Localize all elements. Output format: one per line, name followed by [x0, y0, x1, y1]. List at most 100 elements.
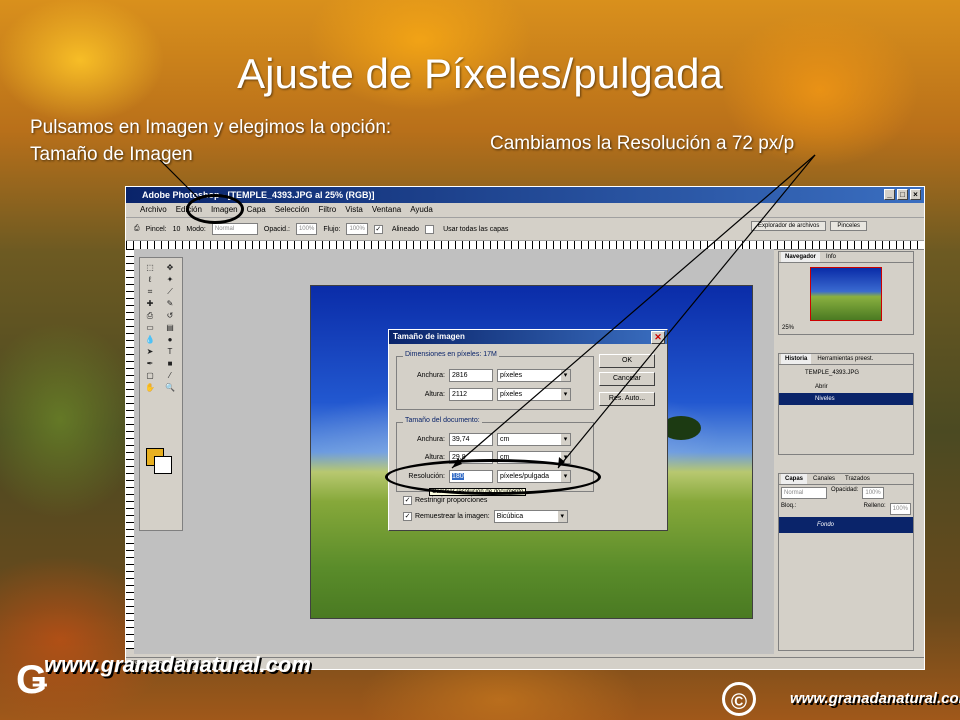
- flujo-input[interactable]: 100%: [346, 223, 368, 235]
- path-select-icon[interactable]: ➤: [143, 346, 157, 357]
- remuestrear-row: ✓ Remuestrear la imagen: Bicúbica: [403, 510, 568, 523]
- menu-seleccion[interactable]: Selección: [275, 203, 310, 217]
- maximize-button[interactable]: □: [897, 189, 908, 200]
- hand-tool-icon[interactable]: ✋: [143, 382, 157, 393]
- copyright-icon: ©: [722, 682, 756, 716]
- remuestrear-checkbox[interactable]: ✓: [403, 512, 412, 521]
- move-tool-icon[interactable]: ✥: [163, 262, 177, 273]
- shape-tool-icon[interactable]: ■: [163, 358, 177, 369]
- tab-explorador[interactable]: Explorador de archivos: [751, 221, 827, 231]
- gradient-tool-icon[interactable]: ▤: [163, 322, 177, 333]
- pincel-size[interactable]: 10: [173, 226, 181, 233]
- navigator-thumbnail: [810, 267, 882, 321]
- anchura-doc-label: Anchura:: [416, 436, 445, 443]
- caption-right: Cambiamos la Resolución a 72 px/p: [490, 133, 795, 154]
- restringir-row: ✓ Restringir proporciones: [403, 496, 487, 505]
- background-color-swatch[interactable]: [154, 456, 172, 474]
- opacidad-input[interactable]: 100%: [295, 223, 318, 235]
- history-brush-icon[interactable]: ↺: [163, 310, 177, 321]
- crop-tool-icon[interactable]: ⌗: [143, 286, 157, 297]
- remuestrear-select[interactable]: Bicúbica: [493, 510, 568, 523]
- alineado-checkbox[interactable]: ✓: [373, 224, 383, 234]
- menu-ventana[interactable]: Ventana: [372, 203, 401, 217]
- dialog-close-icon[interactable]: ✕: [651, 331, 665, 344]
- menu-archivo[interactable]: Archivo: [140, 203, 167, 217]
- history-panel: Historia Herramientas preest. TEMPLE_439…: [778, 353, 914, 455]
- layers-panel: Capas Canales Trazados Normal Opacidad: …: [778, 473, 914, 651]
- healing-brush-icon[interactable]: ✚: [143, 298, 157, 309]
- dodge-tool-icon[interactable]: ●: [163, 334, 177, 345]
- tab-historia[interactable]: Historia: [781, 354, 812, 364]
- tab-capas[interactable]: Capas: [781, 474, 808, 484]
- history-snapshot[interactable]: TEMPLE_4393.JPG: [779, 365, 913, 381]
- altura-px-input[interactable]: 2112: [449, 388, 493, 401]
- brush-tool-icon[interactable]: ✎: [163, 298, 177, 309]
- pen-tool-icon[interactable]: ✒: [143, 358, 157, 369]
- tab-trazados[interactable]: Trazados: [841, 474, 874, 484]
- close-button[interactable]: ×: [910, 189, 921, 200]
- footer-website-right[interactable]: www.granadanatural.com: [790, 690, 960, 707]
- clone-stamp-icon[interactable]: ⎙: [134, 225, 140, 233]
- menu-ayuda[interactable]: Ayuda: [410, 203, 433, 217]
- restringir-label: Restringir proporciones: [415, 497, 488, 504]
- pixel-dimensions-group: Dimensiones en píxeles: 17M Anchura: 281…: [396, 351, 594, 410]
- eyedropper-tool-icon[interactable]: ⁄: [163, 370, 177, 381]
- auto-resolution-button[interactable]: Res. Auto...: [599, 392, 655, 406]
- imagen-menu-highlight: [186, 194, 244, 224]
- type-tool-icon[interactable]: T: [163, 346, 177, 357]
- blur-tool-icon[interactable]: 💧: [143, 334, 157, 345]
- layer-mode-select[interactable]: Normal: [781, 487, 827, 499]
- marquee-tool-icon[interactable]: ⬚: [143, 262, 157, 273]
- caption-left: Pulsamos en Imagen y elegimos la opción:…: [30, 117, 392, 165]
- usar-capas-checkbox[interactable]: [425, 224, 435, 234]
- tab-pinceles[interactable]: Pinceles: [830, 221, 868, 231]
- doc-group-legend: Tamaño del documento:: [403, 417, 482, 424]
- photoshop-window: Adobe Photoshop - [TEMPLE_4393.JPG al 25…: [125, 186, 925, 670]
- slide-title: Ajuste de Píxeles/pulgada: [237, 50, 723, 97]
- altura-px-unit-select[interactable]: píxeles: [497, 388, 571, 401]
- clone-stamp-tool-icon[interactable]: ⎙: [143, 310, 157, 321]
- notes-tool-icon[interactable]: ▢: [143, 370, 157, 381]
- altura-px-label: Altura:: [424, 391, 445, 398]
- tab-canales[interactable]: Canales: [809, 474, 839, 484]
- modo-select[interactable]: Normal: [211, 223, 258, 235]
- menu-capa[interactable]: Capa: [247, 203, 266, 217]
- options-bar: ⎙ Pincel: 10 Modo: Normal Opacid.: 100% …: [126, 218, 924, 241]
- anchura-px-input[interactable]: 2816: [449, 369, 493, 382]
- layer-lock-label: Bloq.:: [781, 503, 797, 509]
- menu-bar: Archivo Edición Imagen Capa Selección Fi…: [126, 203, 924, 218]
- tab-navegador[interactable]: Navegador: [781, 252, 821, 262]
- history-item-niveles[interactable]: Niveles: [779, 393, 913, 405]
- anchura-doc-unit-select[interactable]: cm: [497, 433, 571, 446]
- history-item-abrir[interactable]: Abrir: [779, 381, 913, 393]
- layer-row-fondo[interactable]: Fondo: [779, 517, 913, 533]
- footer-website-left[interactable]: www.granadanatural.com: [44, 652, 311, 678]
- navigator-zoom[interactable]: 25%: [779, 325, 913, 331]
- image-size-dialog: Tamaño de imagen ✕ Dimensiones en píxele…: [388, 329, 668, 531]
- ok-button[interactable]: OK: [599, 354, 655, 368]
- layer-opacity-input[interactable]: 100%: [862, 487, 884, 499]
- anchura-doc-input[interactable]: 39,74: [449, 433, 493, 446]
- magic-wand-icon[interactable]: ✦: [163, 274, 177, 285]
- restringir-checkbox[interactable]: ✓: [403, 496, 412, 505]
- layer-fill-input[interactable]: 100%: [889, 503, 911, 515]
- zoom-tool-icon[interactable]: 🔍: [163, 382, 177, 393]
- flujo-label: Flujo:: [323, 225, 341, 233]
- modo-label: Modo:: [186, 225, 206, 233]
- lasso-tool-icon[interactable]: ℓ: [143, 274, 157, 285]
- tab-info[interactable]: Info: [822, 252, 840, 262]
- layer-fill-label: Relleno:: [863, 503, 886, 509]
- opacidad-label: Opacid.:: [263, 225, 290, 233]
- dialog-title: Tamaño de imagen: [393, 332, 465, 341]
- menu-filtro[interactable]: Filtro: [318, 203, 336, 217]
- ps-window-title: Adobe Photoshop - [TEMPLE_4393.JPG al 25…: [142, 190, 375, 200]
- tab-herramientas[interactable]: Herramientas preest.: [813, 354, 877, 364]
- usar-capas-label: Usar todas las capas: [443, 225, 509, 233]
- cancel-button[interactable]: Cancelar: [599, 372, 655, 386]
- menu-vista[interactable]: Vista: [345, 203, 363, 217]
- anchura-px-unit-select[interactable]: píxeles: [497, 369, 571, 382]
- slice-tool-icon[interactable]: ⟋: [163, 286, 177, 297]
- granada-logo-icon: Ǥ: [16, 658, 48, 702]
- minimize-button[interactable]: _: [884, 189, 895, 200]
- eraser-tool-icon[interactable]: ▭: [143, 322, 157, 333]
